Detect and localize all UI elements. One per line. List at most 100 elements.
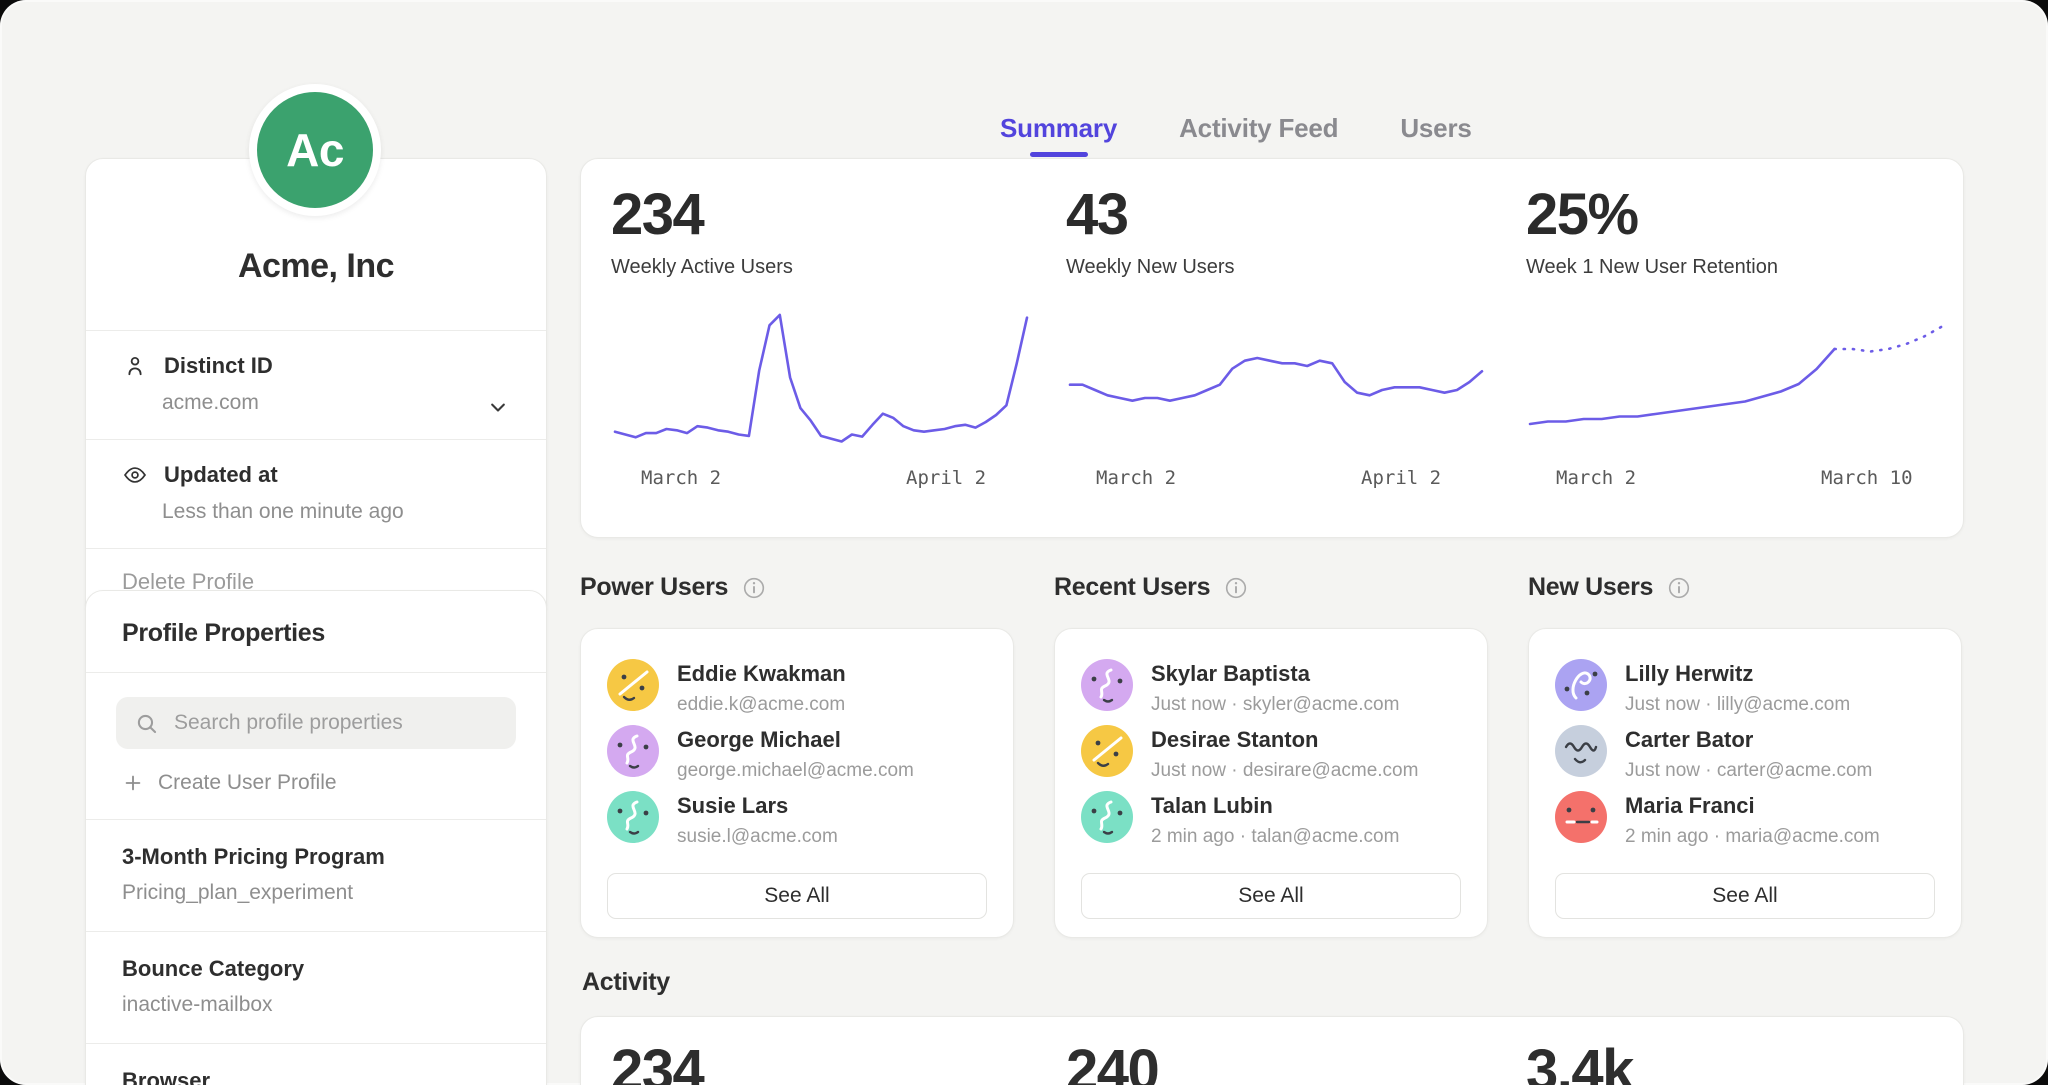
user-meta: Just now · carter@acme.com — [1625, 760, 1872, 782]
section-power-users: Power Users Eddie Kwakman eddie.k@acme.com… — [580, 570, 1014, 938]
user-row-george-michael[interactable]: George Michael george.michael@acme.com — [607, 725, 987, 781]
user-row-maria-franci[interactable]: Maria Franci2 min ago · maria@acme.com — [1555, 791, 1935, 847]
chevron-down-icon[interactable] — [484, 393, 512, 421]
tab-users[interactable]: Users — [1400, 113, 1471, 157]
property-name: Browser — [122, 1068, 510, 1085]
user-name: Susie Lars — [677, 793, 838, 819]
x-axis-label-left: March 2 — [1096, 467, 1176, 489]
see-all-button[interactable]: See All — [1081, 873, 1461, 919]
avatar-face-squiggle — [607, 725, 659, 777]
section-title: Power Users — [580, 573, 728, 602]
person-icon — [122, 353, 148, 379]
stat-value: 234 — [611, 181, 703, 248]
user-name: George Michael — [677, 727, 914, 753]
user-text: Maria Franci2 min ago · maria@acme.com — [1625, 791, 1880, 847]
user-text: Skylar BaptistaJust now · skyler@acme.co… — [1151, 659, 1399, 715]
user-avatar — [607, 791, 659, 843]
info-icon[interactable] — [741, 575, 767, 601]
user-avatar — [1555, 791, 1607, 843]
property-list: 3-Month Pricing ProgramPricing_plan_expe… — [86, 820, 546, 1085]
x-axis-label-left: March 2 — [641, 467, 721, 489]
updated-at-field: Updated at Less than one minute ago — [86, 440, 546, 548]
screenshot-stage: Ac Acme, Inc Distinct ID acme.com — [0, 0, 2048, 1085]
user-avatar — [607, 659, 659, 711]
user-avatar — [1555, 725, 1607, 777]
info-icon[interactable] — [1223, 575, 1249, 601]
user-meta: george.michael@acme.com — [677, 760, 914, 782]
field-label: Updated at — [164, 462, 278, 488]
summary-stat-weekly-active-users: 234Weekly Active UsersMarch 2April 2 — [611, 159, 1031, 537]
user-name: Eddie Kwakman — [677, 661, 846, 687]
stat-value: 43 — [1066, 181, 1128, 248]
user-meta: 2 min ago · maria@acme.com — [1625, 826, 1880, 848]
user-row-skylar-baptista[interactable]: Skylar BaptistaJust now · skyler@acme.co… — [1081, 659, 1461, 715]
property-row-bounce-category[interactable]: Bounce Category inactive-mailbox — [86, 932, 546, 1043]
user-text: Lilly Herwitz Just now · lilly@acme.com — [1625, 659, 1850, 715]
search-profile-properties-input[interactable] — [116, 697, 516, 749]
user-row-desirae-stanton[interactable]: Desirae StantonJust now · desirare@acme.… — [1081, 725, 1461, 781]
section-title: Recent Users — [1054, 573, 1210, 602]
activity-card: 234 240 3.4k — [580, 1016, 1964, 1085]
avatar-face-squiggle — [1081, 791, 1133, 843]
field-label: Distinct ID — [164, 353, 273, 379]
user-meta: susie.l@acme.com — [677, 826, 838, 848]
see-all-button[interactable]: See All — [1555, 873, 1935, 919]
plus-icon — [122, 772, 144, 794]
activity-stat-value: 240 — [1066, 1037, 1158, 1085]
org-avatar: Ac — [249, 84, 381, 216]
user-row-eddie-kwakman[interactable]: Eddie Kwakman eddie.k@acme.com — [607, 659, 987, 715]
property-value: inactive-mailbox — [122, 993, 510, 1017]
avatar-face-wink — [1081, 725, 1133, 777]
user-row-talan-lubin[interactable]: Talan Lubin2 min ago · talan@acme.com — [1081, 791, 1461, 847]
property-row-3-month-pricing-program[interactable]: 3-Month Pricing ProgramPricing_plan_expe… — [86, 820, 546, 931]
user-name: Desirae Stanton — [1151, 727, 1418, 753]
sparkline-chart — [1066, 294, 1486, 454]
sparkline-chart — [611, 294, 1031, 454]
user-meta: Just now · skyler@acme.com — [1151, 694, 1399, 716]
divider — [86, 672, 546, 673]
summary-stat-week-1-new-user-retention: 25%Week 1 New User RetentionMarch 2March… — [1526, 159, 1946, 537]
tab-activity-feed[interactable]: Activity Feed — [1179, 113, 1338, 157]
create-user-profile-button[interactable]: Create User Profile — [86, 749, 546, 819]
property-row-browser[interactable]: BrowserChrome — [86, 1044, 546, 1085]
user-name: Carter Bator — [1625, 727, 1872, 753]
summary-stat-weekly-new-users: 43 Weekly New Users March 2April 2 — [1066, 159, 1486, 537]
user-text: Susie Lars susie.l@acme.com — [677, 791, 838, 847]
section-header: Recent Users — [1054, 570, 1488, 604]
stat-label: Weekly New Users — [1066, 256, 1235, 279]
property-value: Pricing_plan_experiment — [122, 881, 510, 905]
user-meta: eddie.k@acme.com — [677, 694, 846, 716]
user-name: Lilly Herwitz — [1625, 661, 1850, 687]
app-window: Ac Acme, Inc Distinct ID acme.com — [0, 0, 2048, 1085]
user-row-susie-lars[interactable]: Susie Lars susie.l@acme.com — [607, 791, 987, 847]
user-row-lilly-herwitz[interactable]: Lilly Herwitz Just now · lilly@acme.com — [1555, 659, 1935, 715]
section-new-users: New UsersLilly HerwitzJust now · lilly@a… — [1528, 570, 1962, 938]
x-axis-labels: March 2 April 2 — [611, 467, 1031, 493]
user-avatar — [607, 725, 659, 777]
activity-title: Activity — [582, 968, 670, 997]
distinct-id-field: Distinct ID acme.com — [86, 331, 546, 439]
avatar-face-squiggle — [607, 791, 659, 843]
org-avatar-initials: Ac — [286, 123, 344, 177]
user-name: Talan Lubin — [1151, 793, 1399, 819]
profile-properties-title: Profile Properties — [86, 591, 546, 672]
property-name: Bounce Category — [122, 956, 510, 982]
user-meta: Just now · lilly@acme.com — [1625, 694, 1850, 716]
user-list-card: Eddie Kwakman eddie.k@acme.com George Mich… — [580, 628, 1014, 938]
profile-card: Acme, Inc Distinct ID acme.com — [85, 158, 547, 622]
x-axis-label-right: April 2 — [906, 467, 986, 489]
user-avatar — [1555, 659, 1607, 711]
see-all-button[interactable]: See All — [607, 873, 987, 919]
activity-stat-value: 3.4k — [1526, 1037, 1633, 1085]
user-list-card: Skylar BaptistaJust now · skyler@acme.co… — [1054, 628, 1488, 938]
field-value: acme.com — [162, 391, 510, 415]
user-text: George Michael george.michael@acme.com — [677, 725, 914, 781]
field-value: Less than one minute ago — [162, 500, 510, 524]
user-row-carter-bator[interactable]: Carter Bator Just now · carter@acme.com — [1555, 725, 1935, 781]
info-icon[interactable] — [1666, 575, 1692, 601]
avatar-face-flat — [1555, 791, 1607, 843]
section-header: Power Users — [580, 570, 1014, 604]
x-axis-labels: March 2April 2 — [1066, 467, 1486, 493]
tab-summary[interactable]: Summary — [1000, 113, 1117, 157]
sparkline-chart — [1526, 294, 1946, 454]
